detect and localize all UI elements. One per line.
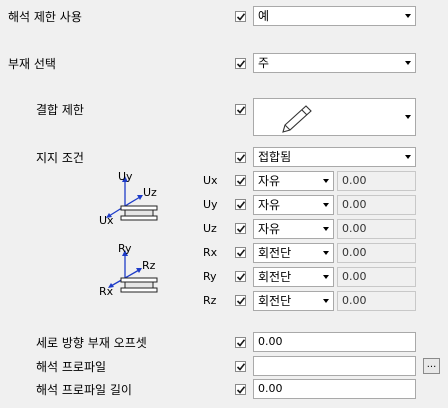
- ry-axis-label: Ry: [118, 242, 132, 255]
- dof-option-dropdown-uy[interactable]: 자유: [253, 195, 334, 215]
- dof-option-value: 자유: [258, 198, 281, 212]
- dof-checkbox-ry[interactable]: [235, 271, 246, 282]
- dof-value: 0.00: [342, 294, 367, 307]
- dof-checkbox-rx[interactable]: [235, 247, 246, 258]
- vertical-offset-input[interactable]: 0.00: [253, 332, 416, 352]
- profile-length-checkbox[interactable]: [235, 384, 246, 395]
- dof-value: 0.00: [342, 198, 367, 211]
- connection-limit-label: 결합 제한: [36, 103, 84, 117]
- dof-option-value: 회전단: [258, 246, 292, 260]
- dof-option-dropdown-ry[interactable]: 회전단: [253, 267, 334, 287]
- dof-label-uy: Uy: [203, 198, 218, 211]
- dof-label-uz: Uz: [203, 222, 217, 235]
- checkmark-icon: [236, 363, 246, 371]
- dof-label-rz: Rz: [203, 294, 217, 307]
- rotation-diagram: Ry Rz Rx: [95, 240, 165, 304]
- dof-option-dropdown-rz[interactable]: 회전단: [253, 291, 334, 311]
- dof-option-value: 자유: [258, 222, 281, 236]
- dof-value-field-uy: 0.00: [337, 195, 416, 215]
- chevron-down-icon: [405, 61, 411, 65]
- checkmark-icon: [236, 60, 246, 68]
- checkmark-icon: [236, 386, 246, 394]
- dof-checkbox-uy[interactable]: [235, 199, 246, 210]
- vertical-offset-value: 0.00: [258, 335, 283, 348]
- profile-length-label: 해석 프로파일 길이: [36, 383, 132, 397]
- member-select-checkbox[interactable]: [235, 58, 246, 69]
- dof-option-value: 자유: [258, 174, 281, 188]
- translation-diagram: Uy Uz Ux: [95, 168, 165, 232]
- member-select-dropdown[interactable]: 주: [253, 53, 416, 73]
- chevron-down-icon: [323, 275, 329, 279]
- dof-option-dropdown-uz[interactable]: 자유: [253, 219, 334, 239]
- dof-value: 0.00: [342, 222, 367, 235]
- dof-option-value: 회전단: [258, 294, 292, 308]
- support-condition-value: 접합됨: [258, 150, 292, 164]
- checkmark-icon: [236, 297, 246, 305]
- member-select-value: 주: [258, 56, 270, 70]
- checkmark-icon: [236, 273, 246, 281]
- chevron-down-icon: [323, 179, 329, 183]
- dof-checkbox-rz[interactable]: [235, 295, 246, 306]
- uy-axis-label: Uy: [118, 170, 133, 183]
- dof-label-ry: Ry: [203, 270, 217, 283]
- dof-value-field-uz: 0.00: [337, 219, 416, 239]
- chevron-down-icon: [323, 227, 329, 231]
- checkmark-icon: [236, 154, 246, 162]
- vertical-offset-checkbox[interactable]: [235, 337, 246, 348]
- analysis-profile-checkbox[interactable]: [235, 361, 246, 372]
- chevron-down-icon: [405, 115, 411, 119]
- dof-value: 0.00: [342, 246, 367, 259]
- analysis-profile-input[interactable]: [253, 356, 416, 376]
- dof-value-field-rz: 0.00: [337, 291, 416, 311]
- support-condition-dropdown[interactable]: 접합됨: [253, 147, 416, 167]
- dof-value-field-rx: 0.00: [337, 243, 416, 263]
- profile-length-value: 0.00: [258, 382, 283, 395]
- dof-checkbox-uz[interactable]: [235, 223, 246, 234]
- analysis-limit-checkbox[interactable]: [235, 11, 246, 22]
- ux-axis-label: Ux: [99, 214, 114, 227]
- checkmark-icon: [236, 201, 246, 209]
- checkmark-icon: [236, 106, 246, 114]
- dof-option-dropdown-rx[interactable]: 회전단: [253, 243, 334, 263]
- profile-length-input[interactable]: 0.00: [253, 379, 416, 399]
- dof-option-value: 회전단: [258, 270, 292, 284]
- browse-profile-button[interactable]: ...: [423, 358, 440, 374]
- chevron-down-icon: [405, 155, 411, 159]
- dof-value: 0.00: [342, 270, 367, 283]
- dof-value: 0.00: [342, 174, 367, 187]
- vertical-offset-label: 세로 방향 부재 오프셋: [36, 336, 147, 350]
- checkmark-icon: [236, 177, 246, 185]
- dof-checkbox-ux[interactable]: [235, 175, 246, 186]
- dof-option-dropdown-ux[interactable]: 자유: [253, 171, 334, 191]
- chevron-down-icon: [323, 203, 329, 207]
- chevron-down-icon: [323, 299, 329, 303]
- dof-label-ux: Ux: [203, 174, 218, 187]
- member-select-label: 부재 선택: [8, 57, 56, 71]
- chevron-down-icon: [323, 251, 329, 255]
- rx-axis-label: Rx: [99, 285, 114, 298]
- pencil-icon: [282, 105, 312, 133]
- dof-label-rx: Rx: [203, 246, 218, 259]
- checkmark-icon: [236, 249, 246, 257]
- analysis-limit-value: 예: [258, 9, 270, 23]
- analysis-limit-label: 해석 제한 사용: [8, 10, 82, 24]
- connection-limit-dropdown[interactable]: [253, 98, 416, 136]
- chevron-down-icon: [405, 14, 411, 18]
- connection-limit-checkbox[interactable]: [235, 104, 246, 115]
- support-condition-checkbox[interactable]: [235, 152, 246, 163]
- dof-value-field-ux: 0.00: [337, 171, 416, 191]
- analysis-profile-label: 해석 프로파일: [36, 360, 107, 374]
- analysis-limit-dropdown[interactable]: 예: [253, 6, 416, 26]
- support-condition-label: 지지 조건: [36, 151, 84, 165]
- checkmark-icon: [236, 339, 246, 347]
- checkmark-icon: [236, 13, 246, 21]
- rz-axis-label: Rz: [142, 259, 156, 272]
- checkmark-icon: [236, 225, 246, 233]
- uz-axis-label: Uz: [143, 186, 157, 199]
- dof-value-field-ry: 0.00: [337, 267, 416, 287]
